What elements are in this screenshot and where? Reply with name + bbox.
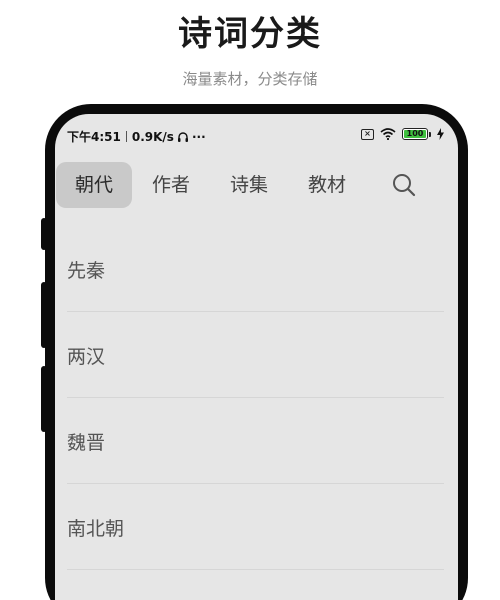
list-item[interactable]: 南北朝 — [67, 484, 444, 570]
headphone-icon — [177, 131, 188, 142]
list-item[interactable]: 魏晋 — [67, 398, 444, 484]
list-item[interactable]: 先秦 — [67, 226, 444, 312]
hero-subtitle: 海量素材，分类存储 — [182, 70, 318, 88]
no-sim-icon: × — [361, 128, 374, 140]
battery-icon: 100 — [402, 128, 428, 140]
list-item[interactable]: 两汉 — [67, 312, 444, 398]
status-time: 下午4:51 — [67, 130, 121, 144]
list-item-label: 先秦 — [67, 260, 106, 282]
phone-screen: 下午4:51 0.9K/s ··· × 100 朝代 作者 诗集 教材 先秦 两… — [55, 114, 458, 600]
category-tabs: 朝代 作者 诗集 教材 — [55, 162, 458, 208]
list-item-label: 魏晋 — [67, 432, 106, 454]
hero-title: 诗词分类 — [178, 14, 322, 54]
tab-textbook[interactable]: 教材 — [303, 162, 351, 208]
list-item-partial[interactable] — [67, 570, 444, 600]
list-item-label: 南北朝 — [67, 518, 125, 540]
dynasty-list: 先秦 两汉 魏晋 南北朝 — [55, 226, 458, 600]
tab-collection[interactable]: 诗集 — [225, 162, 273, 208]
status-network-speed: 0.9K/s — [131, 129, 174, 144]
status-more-icon: ··· — [191, 129, 206, 144]
search-icon[interactable] — [391, 172, 417, 198]
tab-dynasty[interactable]: 朝代 — [56, 162, 132, 208]
charging-icon — [437, 128, 444, 140]
list-item-label: 两汉 — [67, 346, 106, 368]
status-bar: 下午4:51 0.9K/s ··· × 100 — [55, 114, 458, 154]
tab-author[interactable]: 作者 — [147, 162, 195, 208]
battery-cap — [429, 131, 431, 137]
status-divider — [125, 131, 127, 142]
battery-level: 100 — [404, 130, 426, 138]
wifi-icon — [380, 128, 396, 140]
